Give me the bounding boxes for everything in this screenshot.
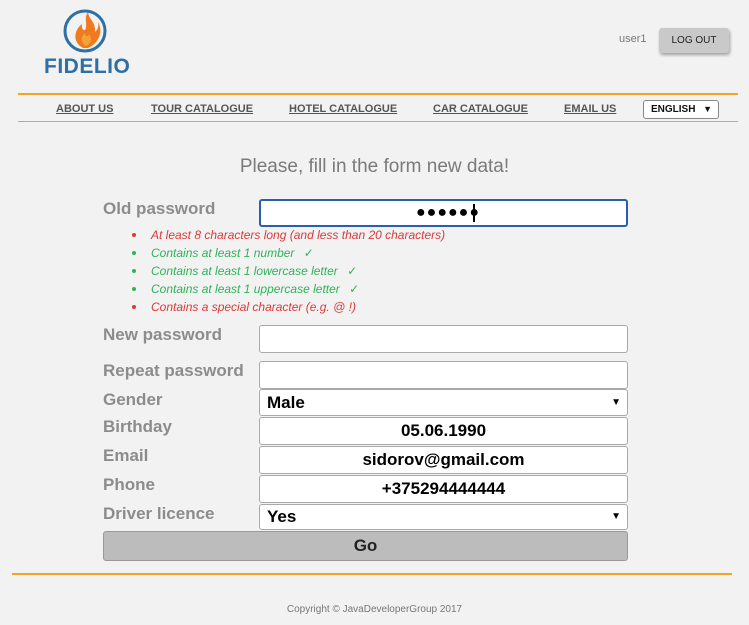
rule-text: Contains at least 1 number	[151, 246, 295, 260]
checkmark-icon: ✓	[347, 264, 358, 278]
form-title: Please, fill in the form new data!	[239, 156, 510, 177]
logout-button[interactable]: LOG OUT	[659, 28, 729, 53]
new-password-label: New password	[103, 325, 223, 344]
text-cursor	[473, 204, 475, 222]
checkmark-icon: ✓	[349, 282, 360, 296]
bullet-icon	[132, 251, 136, 255]
nav-car-catalogue[interactable]: CAR CATALOGUE	[433, 103, 528, 115]
bullet-icon	[132, 305, 136, 309]
bullet-icon	[132, 233, 136, 237]
new-password-input[interactable]	[259, 325, 628, 353]
language-select[interactable]: ENGLISH ▼	[643, 100, 719, 119]
password-rules-list: At least 8 characters long (and less tha…	[132, 228, 445, 318]
copyright-text: Copyright © JavaDeveloperGroup 2017	[286, 604, 463, 615]
footer-divider	[12, 573, 732, 575]
old-password-value: ●●●●●●	[416, 204, 480, 221]
password-rule: Contains a special character (e.g. @ !)	[132, 300, 445, 318]
repeat-password-input[interactable]	[259, 361, 628, 389]
gender-label: Gender	[103, 390, 163, 409]
password-rule: Contains at least 1 lowercase letter ✓	[132, 264, 445, 282]
driver-licence-select[interactable]: Yes ▼	[259, 504, 628, 530]
nav-hotel-catalogue[interactable]: HOTEL CATALOGUE	[289, 103, 397, 115]
logo-text: FIDELIO	[44, 55, 131, 78]
birthday-label: Birthday	[103, 417, 172, 436]
phone-input[interactable]: +375294444444	[259, 475, 628, 503]
go-button[interactable]: Go	[103, 531, 628, 561]
rule-text: Contains at least 1 lowercase letter	[151, 264, 338, 278]
nav-email-us[interactable]: EMAIL US	[564, 103, 616, 115]
language-value: ENGLISH	[651, 104, 696, 115]
email-label: Email	[103, 446, 149, 465]
driver-licence-label: Driver licence	[103, 504, 215, 523]
old-password-label: Old password	[103, 199, 216, 218]
bullet-icon	[132, 269, 136, 273]
dropdown-arrow-icon: ▼	[611, 511, 621, 522]
nav-about-us[interactable]: ABOUT US	[56, 103, 113, 115]
old-password-input[interactable]: ●●●●●●	[259, 199, 628, 227]
dropdown-arrow-icon: ▼	[611, 397, 621, 408]
bullet-icon	[132, 287, 136, 291]
dropdown-arrow-icon: ▼	[703, 104, 712, 114]
nav-tour-catalogue[interactable]: TOUR CATALOGUE	[151, 103, 253, 115]
phone-label: Phone	[103, 475, 155, 494]
password-rule: Contains at least 1 uppercase letter ✓	[132, 282, 445, 300]
fidelio-logo[interactable]: FIDELIO	[44, 8, 130, 78]
username-label: user1	[619, 33, 647, 45]
rule-text: Contains at least 1 uppercase letter	[151, 282, 340, 296]
repeat-password-label: Repeat password	[103, 361, 244, 380]
gender-select[interactable]: Male ▼	[259, 389, 628, 416]
birthday-input[interactable]: 05.06.1990	[259, 417, 628, 445]
gender-value: Male	[267, 393, 305, 412]
rule-text: Contains a special character (e.g. @ !)	[151, 300, 356, 314]
checkmark-icon: ✓	[303, 246, 314, 260]
main-nav: ABOUT US TOUR CATALOGUE HOTEL CATALOGUE …	[18, 93, 738, 122]
driver-licence-value: Yes	[267, 507, 297, 526]
email-input[interactable]: sidorov@gmail.com	[259, 446, 628, 474]
logo-emblem-icon	[63, 9, 107, 53]
password-rule: Contains at least 1 number ✓	[132, 246, 445, 264]
page: FIDELIO user1 LOG OUT ABOUT US TOUR CATA…	[0, 0, 749, 625]
rule-text: At least 8 characters long (and less tha…	[151, 228, 446, 242]
password-rule: At least 8 characters long (and less tha…	[132, 228, 445, 246]
